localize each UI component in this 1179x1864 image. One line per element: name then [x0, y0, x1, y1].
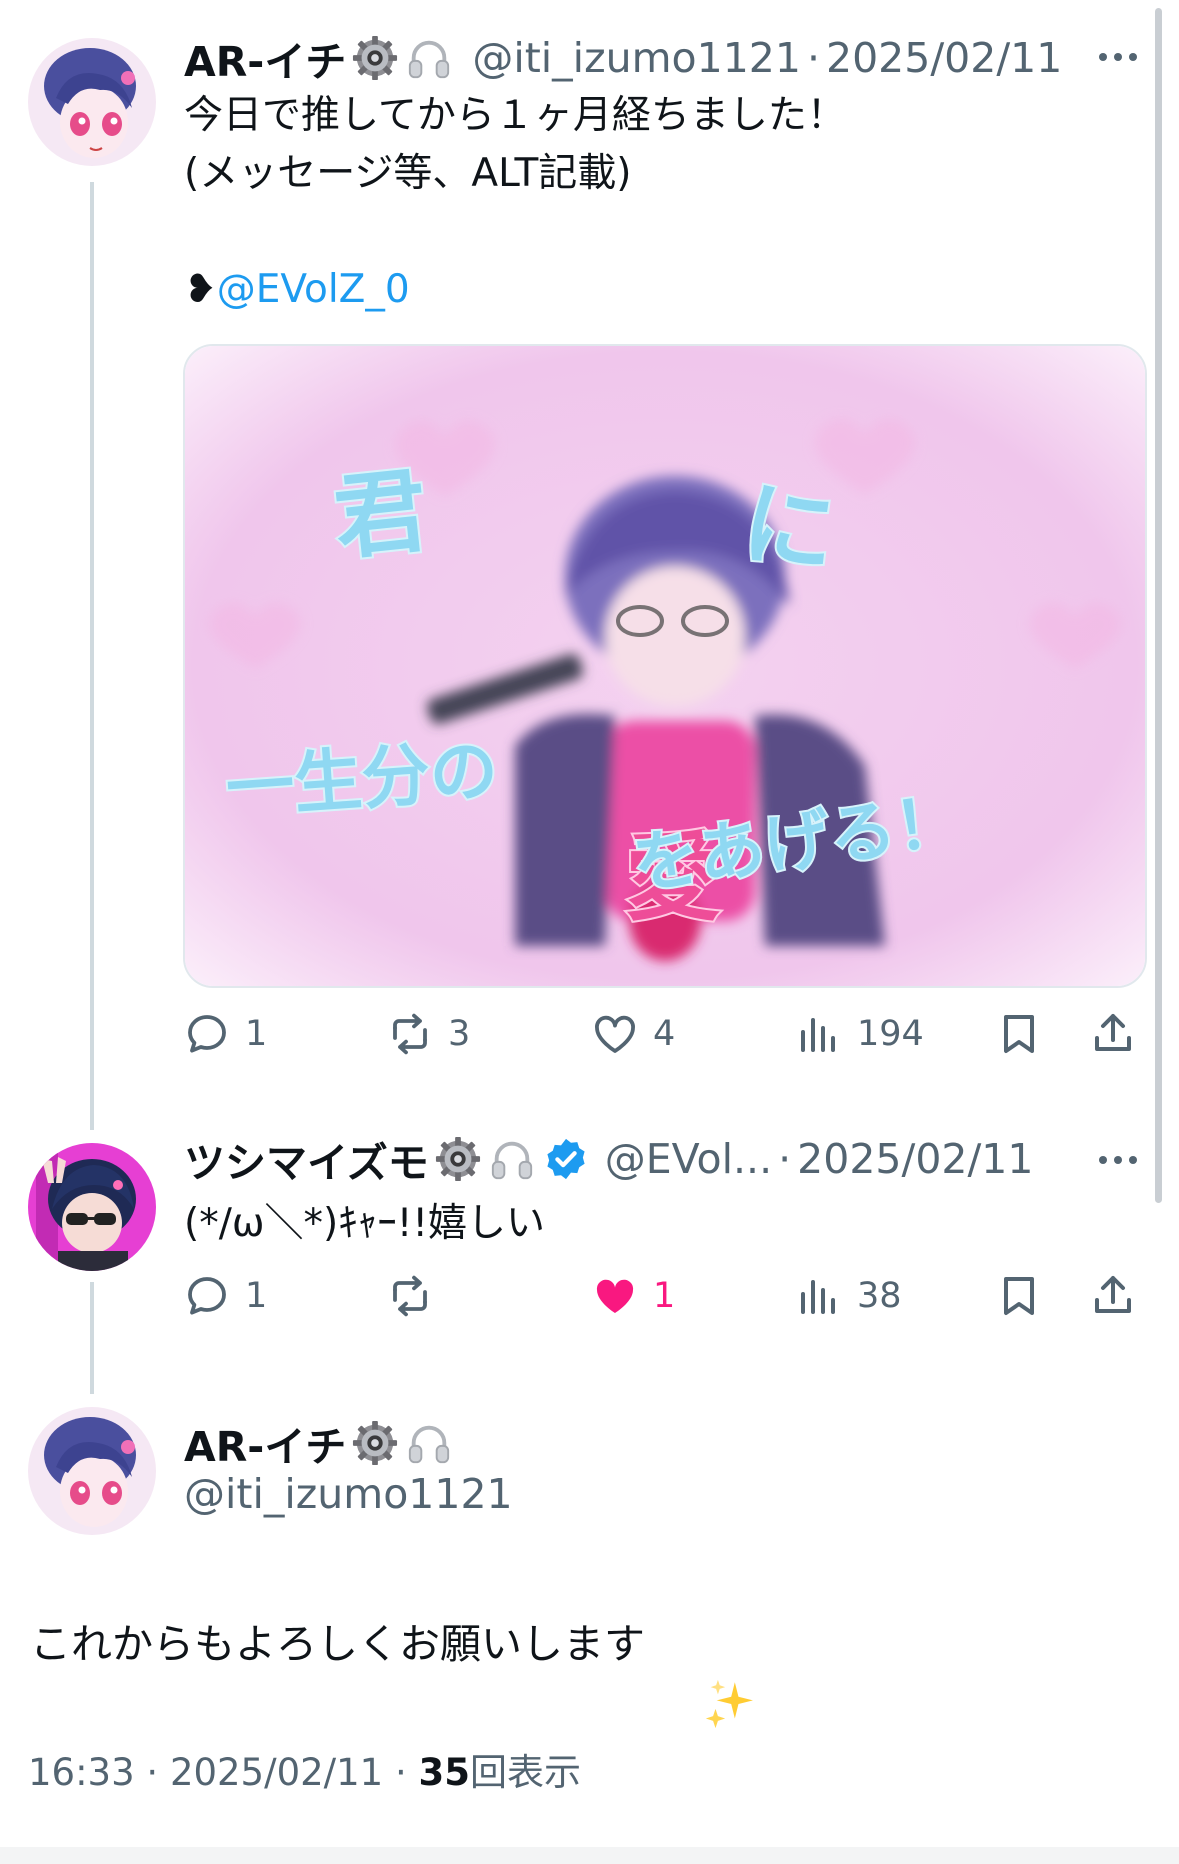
tweet-time[interactable]: 16:33 [28, 1751, 135, 1794]
headphones-emoji [487, 1134, 537, 1184]
retweet-button[interactable] [386, 1272, 448, 1320]
more-icon[interactable] [1099, 53, 1137, 61]
reply-count: 1 [245, 1276, 268, 1316]
views-button[interactable]: 38 [795, 1272, 902, 1320]
avatar[interactable] [28, 1407, 156, 1535]
more-icon[interactable] [1099, 1156, 1137, 1164]
tweet-date[interactable]: 2025/02/11 [826, 34, 1062, 82]
views-count: 194 [857, 1014, 924, 1054]
verified-badge-icon [541, 1134, 591, 1184]
thread-line [90, 1282, 94, 1394]
sparkles-emoji [649, 1615, 754, 1729]
main-tweet-text: これからもよろしくお願いします [30, 1620, 645, 1668]
avatar[interactable] [28, 38, 156, 166]
views-button[interactable]: 194 [795, 1010, 924, 1058]
reply-count: 1 [245, 1014, 268, 1054]
thread-line [90, 182, 94, 1130]
separator-dot: · [146, 1751, 159, 1794]
like-button[interactable]: 4 [591, 1010, 675, 1058]
headphones-emoji [404, 33, 454, 83]
tweet-media-image[interactable]: 君 に 一生分の 愛 をあげる！ [183, 344, 1147, 988]
handle[interactable]: @iti_izumo1121 [472, 34, 801, 82]
mention-line: ❥@EVolZ_0 [184, 262, 410, 318]
headphones-emoji [404, 1418, 454, 1468]
tweet-header: AR-イチ @iti_izumo1121 · 2025/02/11 [184, 28, 1062, 88]
display-name[interactable]: ツシマイズモ [184, 1129, 429, 1189]
toolbar-edge [0, 1847, 1179, 1864]
media-caption: に [736, 469, 842, 588]
tweet-actions: 1 3 4 194 [183, 1010, 1143, 1070]
main-tweet-text-row: これからもよろしくお願いします [30, 1614, 754, 1729]
avatar[interactable] [28, 1143, 156, 1271]
bookmark-button[interactable] [995, 1272, 1043, 1320]
reply-button[interactable]: 1 [183, 1010, 267, 1058]
gear-emoji [350, 33, 400, 83]
display-name[interactable]: AR-イチ [184, 1413, 346, 1473]
retweet-button[interactable]: 3 [386, 1010, 470, 1058]
display-name[interactable]: AR-イチ [184, 28, 346, 88]
separator-dot: · [778, 1135, 792, 1183]
separator-dot: · [806, 34, 820, 82]
separator-dot: · [394, 1751, 407, 1794]
scrollbar[interactable] [1155, 8, 1162, 1203]
tweet-meta: 16:33 · 2025/02/11 · 35回表示 [28, 1742, 581, 1796]
share-button[interactable] [1089, 1010, 1137, 1058]
handle[interactable]: @EVol... [605, 1135, 772, 1183]
gear-emoji [433, 1134, 483, 1184]
main-tweet-header: AR-イチ [184, 1413, 454, 1473]
gear-emoji [350, 1418, 400, 1468]
views-count: 35 [418, 1751, 471, 1794]
share-button[interactable] [1089, 1272, 1137, 1320]
tweet-actions: 1 1 38 [183, 1272, 1143, 1332]
tweet-date[interactable]: 2025/02/11 [797, 1135, 1033, 1183]
tweet-text-line: 今日で推してから１ヶ月経ちました！ [184, 93, 846, 138]
tweet-date[interactable]: 2025/02/11 [170, 1751, 383, 1794]
media-caption: 君 [330, 457, 433, 573]
mention-link[interactable]: @EVolZ_0 [217, 267, 410, 312]
tweet-text: (*/ω＼*)ｷｬｰ!!嬉しい [184, 1201, 545, 1246]
handle[interactable]: @iti_izumo1121 [184, 1470, 513, 1518]
reply-button[interactable]: 1 [183, 1272, 267, 1320]
tweet-text-line: (メッセージ等、ALT記載) [184, 151, 632, 196]
tweet-header: ツシマイズモ @EVol... · 2025/02/11 [184, 1129, 1033, 1189]
heart-arrow-glyph: ❥ [184, 267, 217, 312]
retweet-count: 3 [448, 1014, 471, 1054]
views-count: 38 [857, 1276, 902, 1316]
like-button[interactable]: 1 [591, 1272, 675, 1320]
bookmark-button[interactable] [995, 1010, 1043, 1058]
like-count: 4 [653, 1014, 676, 1054]
like-count: 1 [653, 1276, 676, 1316]
views-label: 回表示 [470, 1751, 581, 1794]
